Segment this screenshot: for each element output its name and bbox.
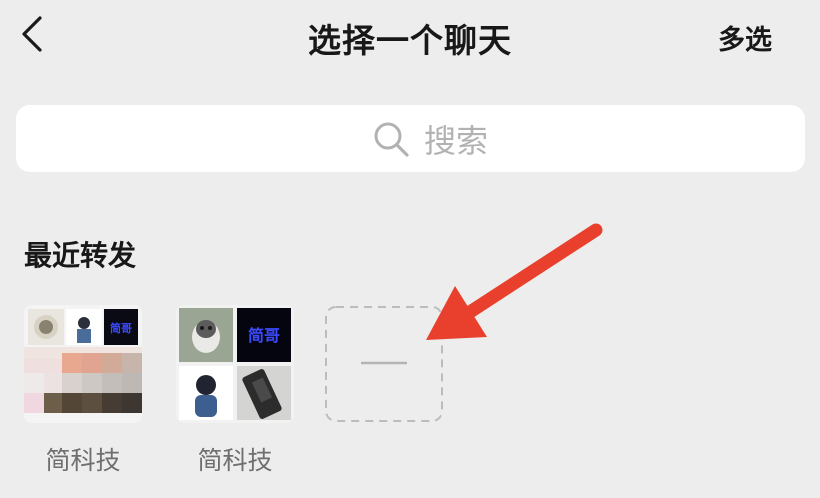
recent-chat-avatar[interactable]: 简哥 bbox=[176, 305, 294, 423]
svg-text:简哥: 简哥 bbox=[248, 326, 280, 345]
svg-text:简哥: 简哥 bbox=[110, 321, 132, 335]
recent-chat-name: 简科技 bbox=[45, 446, 121, 475]
group-avatar-image: 简哥 bbox=[176, 305, 294, 423]
group-avatar-image: 简哥 bbox=[24, 305, 142, 423]
search-icon bbox=[374, 122, 409, 157]
recent-chat-avatar[interactable]: 简哥 bbox=[24, 305, 142, 423]
top-nav-bar: 选择一个聊天 多选 bbox=[0, 0, 820, 76]
recent-chat-name: 简科技 bbox=[197, 446, 273, 475]
add-recent-slot[interactable] bbox=[324, 305, 444, 423]
page-title: 选择一个聊天 bbox=[308, 21, 512, 60]
recent-forward-heading: 最近转发 bbox=[24, 239, 137, 272]
search-inner: 搜索 bbox=[372, 119, 489, 160]
search-placeholder: 搜索 bbox=[424, 122, 489, 160]
multi-select-button[interactable]: 多选 bbox=[718, 18, 772, 57]
search-bar[interactable]: 搜索 bbox=[16, 105, 805, 172]
